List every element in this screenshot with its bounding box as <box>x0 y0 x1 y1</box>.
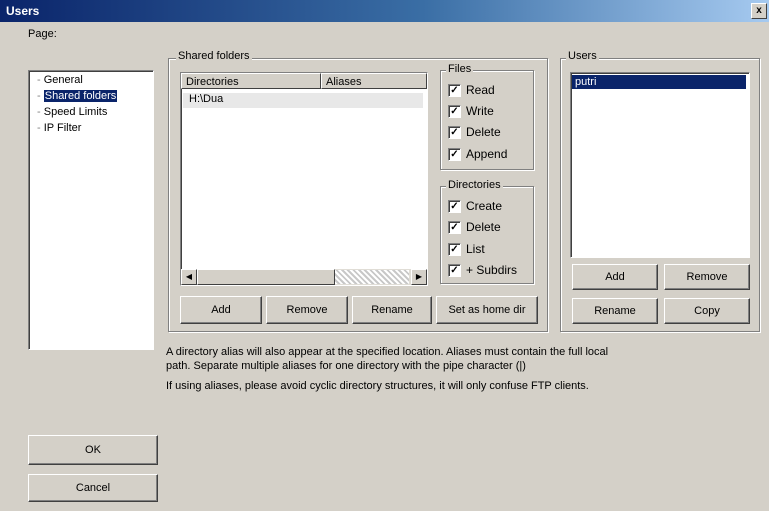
tree-item-ip-filter[interactable]: - IP Filter <box>37 122 81 134</box>
set-home-dir-button[interactable]: Set as home dir <box>436 296 538 324</box>
check-icon: ✓ <box>448 263 461 277</box>
dirs-list-checkbox[interactable]: ✓ List <box>448 240 485 258</box>
remove-user-button[interactable]: Remove <box>664 264 750 290</box>
title-bar: Users x <box>0 0 769 22</box>
ok-button[interactable]: OK <box>28 435 158 465</box>
check-icon: ✓ <box>448 83 461 97</box>
users-legend: Users <box>566 50 599 62</box>
info-text-line-2: path. Separate multiple aliases for one … <box>166 360 526 372</box>
tree-item-shared-folders[interactable]: - Shared folders <box>37 90 118 102</box>
tree-item-general[interactable]: - General <box>37 74 83 86</box>
rename-folder-button[interactable]: Rename <box>352 296 432 324</box>
window-title: Users <box>6 4 40 18</box>
dirs-subdirs-checkbox[interactable]: ✓ + Subdirs <box>448 261 517 279</box>
horizontal-scrollbar[interactable]: ◀ ▶ <box>181 269 427 285</box>
user-item[interactable]: putri <box>572 75 746 89</box>
dirs-delete-checkbox[interactable]: ✓ Delete <box>448 218 501 236</box>
check-icon: ✓ <box>448 104 461 118</box>
tree-item-speed-limits[interactable]: - Speed Limits <box>37 106 107 118</box>
check-icon: ✓ <box>448 242 461 256</box>
info-text-line-3: If using aliases, please avoid cyclic di… <box>166 380 589 392</box>
folder-directory: H:\Dua <box>189 93 224 105</box>
files-write-checkbox[interactable]: ✓ Write <box>448 102 494 120</box>
files-delete-checkbox[interactable]: ✓ Delete <box>448 123 501 141</box>
files-read-checkbox[interactable]: ✓ Read <box>448 81 495 99</box>
directories-legend: Directories <box>446 179 503 191</box>
cancel-button[interactable]: Cancel <box>28 474 158 502</box>
files-append-checkbox[interactable]: ✓ Append <box>448 145 507 163</box>
scroll-thumb[interactable] <box>197 269 335 285</box>
scroll-right-icon[interactable]: ▶ <box>411 269 427 285</box>
scroll-left-icon[interactable]: ◀ <box>181 269 197 285</box>
files-legend: Files <box>446 63 474 75</box>
folder-row[interactable]: H:\Dua <box>183 93 423 108</box>
scroll-track <box>335 270 409 284</box>
shared-folders-legend: Shared folders <box>176 50 252 62</box>
add-user-button[interactable]: Add <box>572 264 658 290</box>
page-tree[interactable]: - General - Shared folders - Speed Limit… <box>28 70 154 350</box>
check-icon: ✓ <box>448 147 461 161</box>
copy-user-button[interactable]: Copy <box>664 298 750 324</box>
check-icon: ✓ <box>448 125 461 139</box>
remove-folder-button[interactable]: Remove <box>266 296 348 324</box>
info-text-line-1: A directory alias will also appear at th… <box>166 346 609 358</box>
rename-user-button[interactable]: Rename <box>572 298 658 324</box>
page-legend: Page: <box>26 28 59 40</box>
column-header-aliases[interactable]: Aliases <box>321 73 427 89</box>
close-button[interactable]: x <box>751 3 767 19</box>
folder-list[interactable]: Directories Aliases H:\Dua ◀ ▶ <box>180 72 428 286</box>
add-folder-button[interactable]: Add <box>180 296 262 324</box>
dirs-create-checkbox[interactable]: ✓ Create <box>448 197 502 215</box>
check-icon: ✓ <box>448 220 461 234</box>
column-header-directories[interactable]: Directories <box>181 73 321 89</box>
users-list[interactable]: putri <box>570 72 750 258</box>
check-icon: ✓ <box>448 199 461 213</box>
